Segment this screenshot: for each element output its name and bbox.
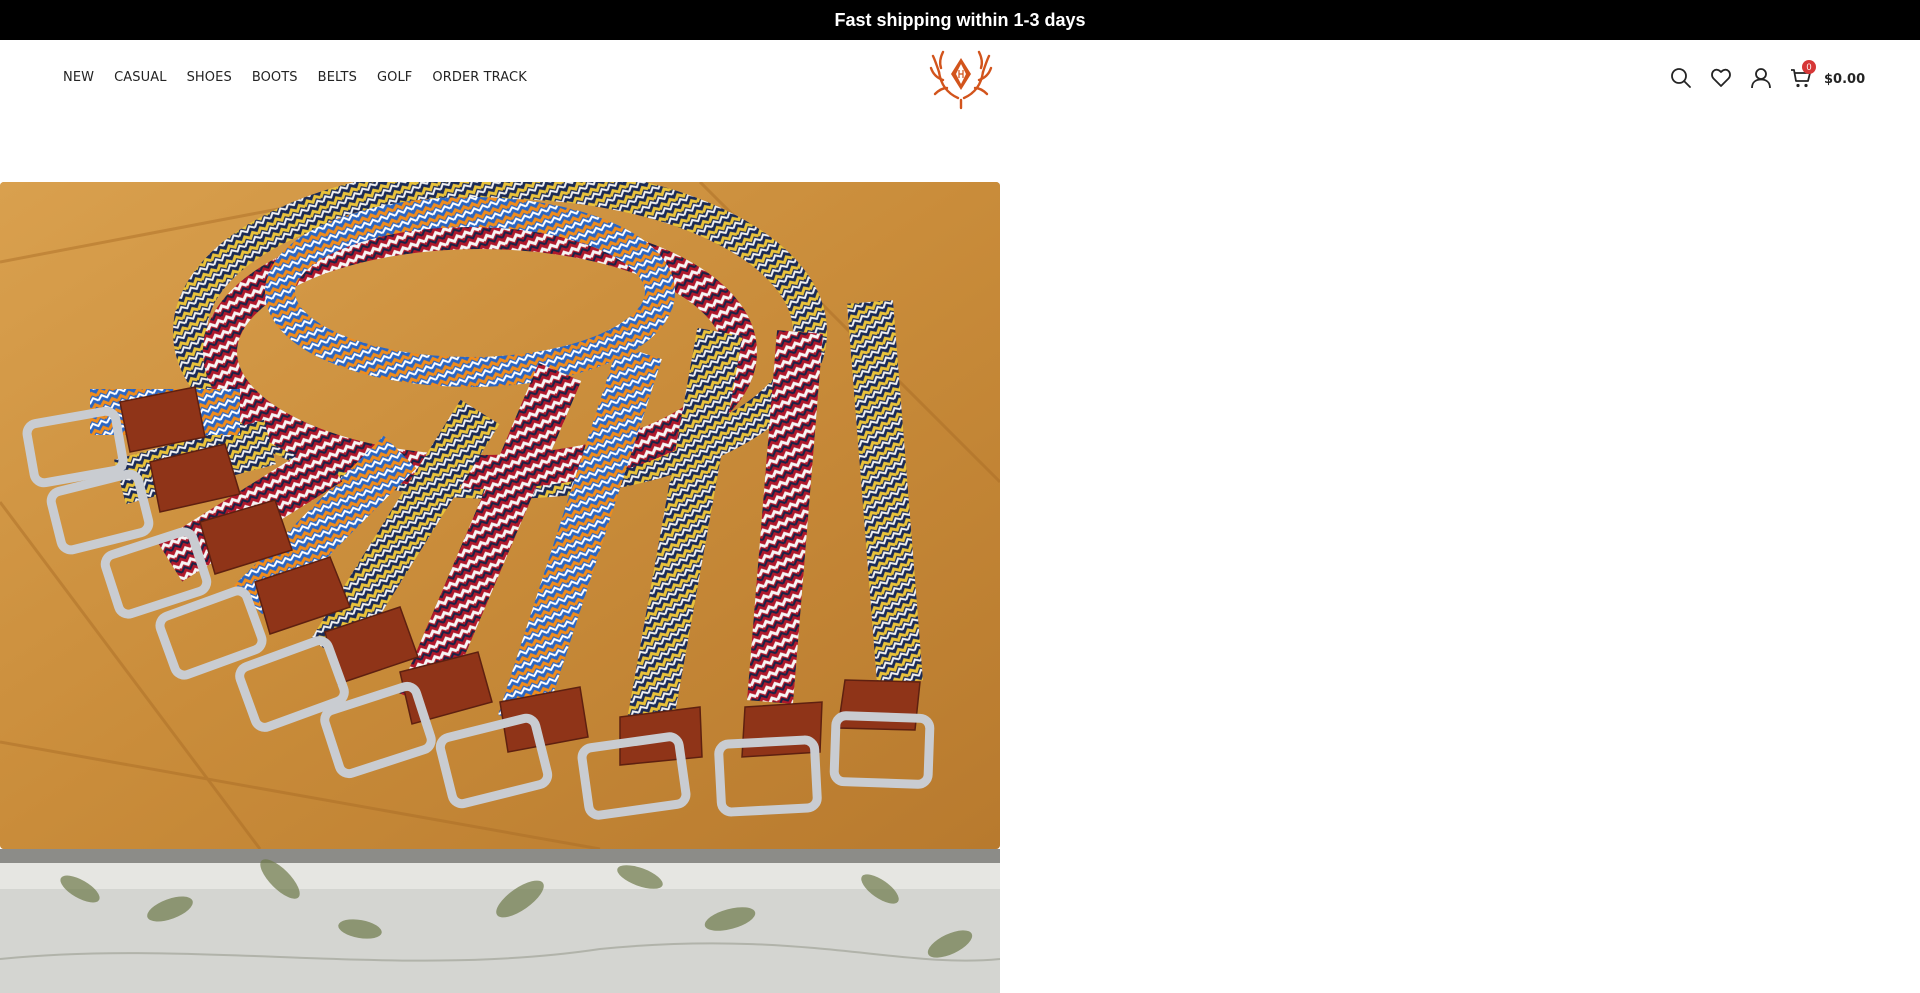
cart-total[interactable]: $0.00: [1824, 72, 1865, 87]
user-icon: [1751, 68, 1771, 89]
heart-icon: [1711, 68, 1731, 87]
plant-shadow-photo: [0, 849, 1000, 993]
nav-item-belts[interactable]: BELTS: [318, 70, 357, 85]
cart-button[interactable]: 0: [1788, 60, 1816, 91]
antler-logo-icon: [929, 50, 993, 110]
wishlist-button[interactable]: [1708, 65, 1734, 91]
brand-logo[interactable]: [929, 50, 993, 110]
secondary-image-plant[interactable]: [0, 849, 1000, 993]
nav-item-order-track[interactable]: ORDER TRACK: [432, 70, 526, 85]
announcement-bar: Fast shipping within 1-3 days: [0, 0, 1920, 40]
account-button[interactable]: [1748, 65, 1774, 91]
announcement-text: Fast shipping within 1-3 days: [834, 9, 1086, 30]
site-header: NEW CASUAL SHOES BOOTS BELTS GOLF ORDER …: [0, 40, 1920, 118]
search-button[interactable]: [1668, 65, 1694, 91]
cart-count-badge: 0: [1802, 60, 1816, 74]
nav-item-shoes[interactable]: SHOES: [187, 70, 232, 85]
hero-image-belts[interactable]: [0, 182, 1000, 849]
woven-belts-photo: [0, 182, 1000, 849]
nav-item-casual[interactable]: CASUAL: [114, 70, 166, 85]
main-nav: NEW CASUAL SHOES BOOTS BELTS GOLF ORDER …: [63, 70, 547, 85]
nav-item-golf[interactable]: GOLF: [377, 70, 412, 85]
nav-item-boots[interactable]: BOOTS: [252, 70, 298, 85]
header-icons: 0: [1620, 60, 1920, 95]
nav-item-new[interactable]: NEW: [63, 70, 94, 85]
search-icon: [1671, 68, 1691, 88]
